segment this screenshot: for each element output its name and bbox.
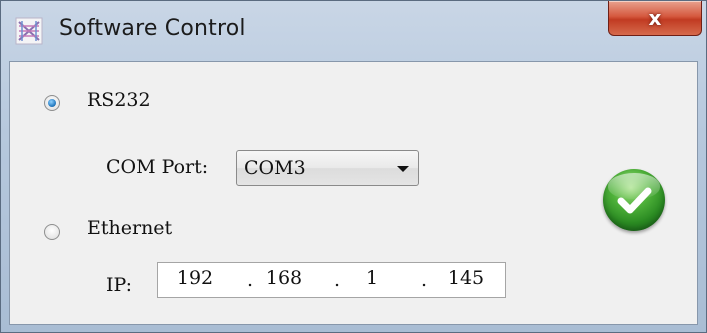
- window-title: Software Control: [59, 16, 246, 41]
- app-logo-icon: [15, 17, 43, 45]
- close-icon: x: [648, 6, 662, 30]
- ethernet-label: Ethernet: [87, 217, 173, 239]
- checkmark-icon: [617, 187, 652, 214]
- title-bar[interactable]: Software Control x: [1, 1, 706, 57]
- com-port-value: COM3: [244, 157, 306, 179]
- rs232-radio[interactable]: [44, 95, 60, 111]
- software-control-window: Software Control x RS232 COM Port: COM3 …: [0, 0, 707, 333]
- ip-address-field[interactable]: 192 . 168 . 1 . 145: [157, 262, 506, 298]
- ip-octet-4[interactable]: 145: [441, 267, 491, 289]
- com-port-label: COM Port:: [106, 156, 209, 178]
- dialog-client-area: RS232 COM Port: COM3 Ethernet IP: 192 . …: [9, 61, 698, 325]
- ip-octet-3[interactable]: 1: [347, 267, 397, 289]
- com-port-dropdown[interactable]: COM3: [236, 150, 419, 186]
- ip-octet-2[interactable]: 168: [259, 267, 309, 289]
- close-button[interactable]: x: [608, 1, 702, 36]
- ethernet-radio[interactable]: [44, 224, 60, 240]
- chevron-down-icon: [397, 166, 409, 172]
- ip-separator: .: [334, 269, 341, 291]
- rs232-label: RS232: [87, 89, 151, 111]
- ip-label: IP:: [106, 274, 133, 296]
- ok-button[interactable]: [603, 169, 665, 231]
- ip-octet-1[interactable]: 192: [170, 267, 220, 289]
- ip-separator: .: [421, 269, 428, 291]
- ip-separator: .: [247, 269, 254, 291]
